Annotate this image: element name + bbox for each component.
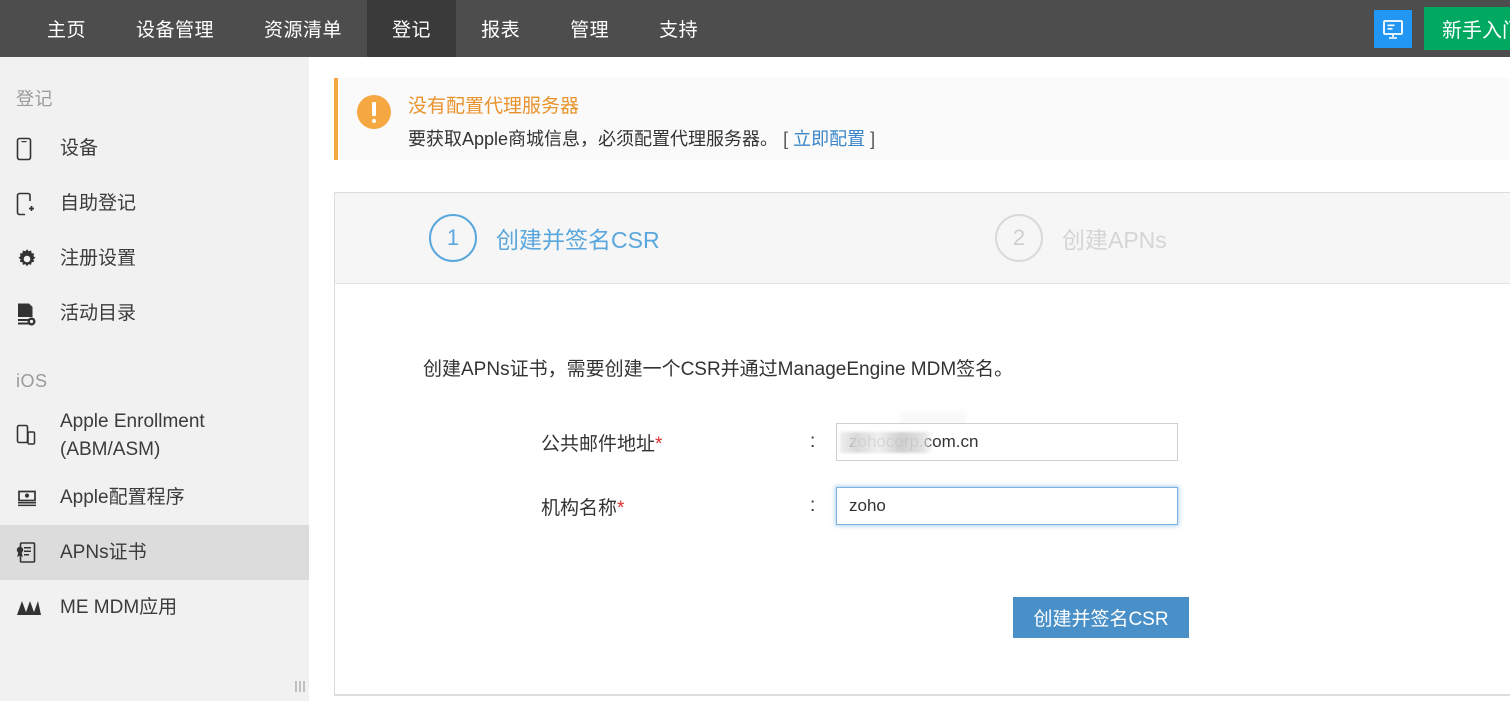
sidebar-item-label: APNs证书 — [60, 541, 147, 563]
banner-text-block: 没有配置代理服务器 要获取Apple商城信息，必须配置代理服务器。 [ 立即配置… — [408, 91, 875, 151]
create-and-sign-csr-button[interactable]: 创建并签名CSR — [1013, 597, 1189, 638]
main-content: 没有配置代理服务器 要获取Apple商城信息，必须配置代理服务器。 [ 立即配置… — [309, 57, 1510, 701]
wizard-step-2[interactable]: 2 创建APNs — [995, 214, 1167, 262]
me-mdm-icon — [16, 598, 46, 618]
devices-icon — [16, 424, 46, 448]
getting-started-button[interactable]: 新手入门 — [1424, 7, 1510, 50]
sidebar-item-apple-enrollment[interactable]: Apple Enrollment (ABM/ASM) — [0, 402, 309, 470]
sidebar-item-label: 活动目录 — [60, 302, 137, 324]
sidebar: 登记 设备 自助登记 注册设置 活动目录 iOS Apple Enrollmen… — [0, 57, 309, 701]
public-email-input-wrap — [836, 411, 1178, 461]
nav-item-support[interactable]: 支持 — [634, 0, 723, 57]
server-gear-icon — [16, 302, 46, 326]
step-1-number: 1 — [429, 214, 477, 262]
sidebar-item-label: Apple Enrollment (ABM/ASM) — [60, 411, 205, 460]
top-navigation-bar: 主页 设备管理 资源清单 登记 报表 管理 支持 新手入门 — [0, 0, 1510, 57]
sidebar-item-devices[interactable]: 设备 — [0, 121, 309, 176]
form-row-public-email: 公共邮件地址* : — [541, 411, 1178, 461]
sidebar-item-apple-configurator[interactable]: Apple配置程序 — [0, 470, 309, 525]
phone-plus-icon — [16, 192, 46, 216]
required-asterisk: * — [655, 433, 663, 455]
apns-wizard-card: 1 创建并签名CSR 2 创建APNs 3 创建APNs证书，需要创建一个CSR… — [334, 192, 1510, 695]
form-row-organization-name: 机构名称* : — [541, 487, 1178, 525]
banner-description: 要获取Apple商城信息，必须配置代理服务器。 [ 立即配置 ] — [408, 125, 875, 151]
bracket-open: [ — [783, 129, 789, 149]
step-2-label: 创建APNs — [1062, 227, 1167, 253]
sidebar-item-label: 设备 — [60, 137, 99, 159]
organization-name-input[interactable] — [836, 487, 1178, 525]
nav-item-home[interactable]: 主页 — [22, 0, 111, 57]
bracket-close: ] — [870, 129, 876, 149]
organization-name-input-wrap — [836, 487, 1178, 525]
proxy-warning-banner: 没有配置代理服务器 要获取Apple商城信息，必须配置代理服务器。 [ 立即配置… — [334, 78, 1510, 160]
presentation-screen-icon[interactable] — [1374, 9, 1412, 48]
sidebar-item-label: 注册设置 — [60, 247, 137, 269]
sidebar-item-label: Apple配置程序 — [60, 486, 185, 508]
required-asterisk: * — [617, 497, 625, 519]
card-bottom-edge — [334, 695, 1510, 696]
sidebar-section-title-enrollment: 登记 — [16, 89, 53, 109]
form-intro-text: 创建APNs证书，需要创建一个CSR并通过ManageEngine MDM签名。 — [423, 359, 1014, 380]
nav-item-enrollment[interactable]: 登记 — [367, 0, 457, 57]
nav-item-admin[interactable]: 管理 — [545, 0, 634, 57]
public-email-label-text: 公共邮件地址 — [541, 433, 656, 455]
sidebar-item-label: ME MDM应用 — [60, 596, 178, 618]
public-email-input[interactable] — [836, 423, 1178, 461]
colon-separator: : — [810, 431, 816, 452]
phone-icon — [16, 137, 46, 161]
organization-name-label: 机构名称* — [541, 493, 741, 520]
sidebar-item-apns-certificate[interactable]: APNs证书 — [0, 525, 309, 580]
sidebar-item-me-mdm-app[interactable]: ME MDM应用 — [0, 580, 309, 635]
certificate-icon — [16, 541, 46, 565]
nav-item-inventory[interactable]: 资源清单 — [239, 0, 367, 57]
wizard-step-header: 1 创建并签名CSR 2 创建APNs 3 — [335, 193, 1510, 284]
sidebar-section-title-ios: iOS — [16, 371, 48, 391]
wizard-step-1[interactable]: 1 创建并签名CSR — [429, 214, 660, 262]
sidebar-item-enrollment-settings[interactable]: 注册设置 — [0, 231, 309, 286]
nav-item-device-management[interactable]: 设备管理 — [111, 0, 239, 57]
configure-now-link[interactable]: 立即配置 — [793, 129, 865, 149]
nav-item-list: 主页 设备管理 资源清单 登记 报表 管理 支持 — [22, 0, 723, 57]
sidebar-item-active-directory[interactable]: 活动目录 — [0, 286, 309, 341]
nav-item-reports[interactable]: 报表 — [456, 0, 545, 57]
sidebar-item-label: 自助登记 — [60, 192, 137, 214]
wizard-body: 创建APNs证书，需要创建一个CSR并通过ManageEngine MDM签名。… — [335, 284, 1510, 694]
banner-description-text: 要获取Apple商城信息，必须配置代理服务器。 — [408, 129, 779, 149]
gear-icon — [16, 248, 46, 270]
warning-exclamation-icon — [357, 95, 391, 129]
apple-box-icon — [16, 487, 46, 509]
sidebar-item-self-enrollment[interactable]: 自助登记 — [0, 176, 309, 231]
banner-title: 没有配置代理服务器 — [408, 96, 580, 117]
step-2-number: 2 — [995, 214, 1043, 262]
sidebar-resize-handle[interactable] — [295, 681, 307, 693]
public-email-label: 公共邮件地址* — [541, 429, 741, 456]
step-1-label: 创建并签名CSR — [496, 227, 660, 253]
nav-right-actions: 新手入门 — [1374, 0, 1510, 57]
colon-separator: : — [810, 495, 816, 516]
organization-name-label-text: 机构名称 — [541, 497, 618, 519]
